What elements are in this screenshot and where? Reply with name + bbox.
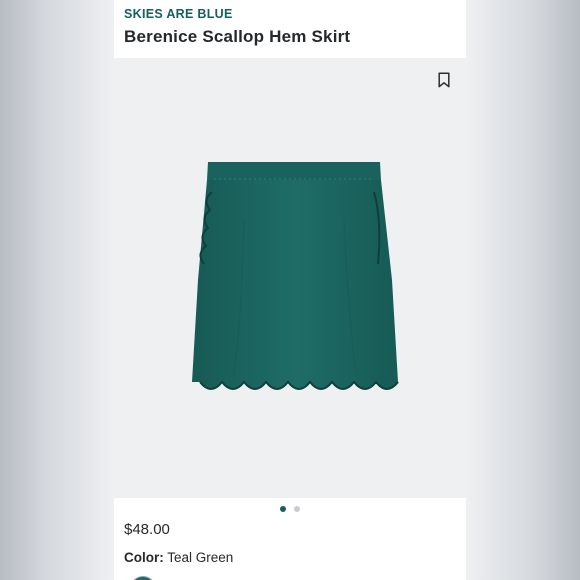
background-blur-right xyxy=(466,0,580,580)
skirt-product-image xyxy=(192,162,399,390)
product-card: SKIES ARE BLUE Berenice Scallop Hem Skir… xyxy=(114,0,466,580)
color-label: Color: xyxy=(124,550,164,565)
carousel-dot-1[interactable] xyxy=(280,506,286,512)
product-title: Berenice Scallop Hem Skirt xyxy=(124,27,351,46)
brand-name[interactable]: SKIES ARE BLUE xyxy=(124,7,233,21)
color-value: Teal Green xyxy=(167,550,234,565)
background-blur-left xyxy=(0,0,114,580)
color-swatch[interactable] xyxy=(130,576,156,580)
product-image-area[interactable] xyxy=(114,58,466,498)
carousel-dot-2[interactable] xyxy=(294,506,300,512)
carousel-dots xyxy=(114,506,466,514)
bookmark-icon[interactable] xyxy=(438,72,450,88)
color-row: Color: Teal Green xyxy=(124,550,233,565)
product-price: $48.00 xyxy=(124,521,170,538)
